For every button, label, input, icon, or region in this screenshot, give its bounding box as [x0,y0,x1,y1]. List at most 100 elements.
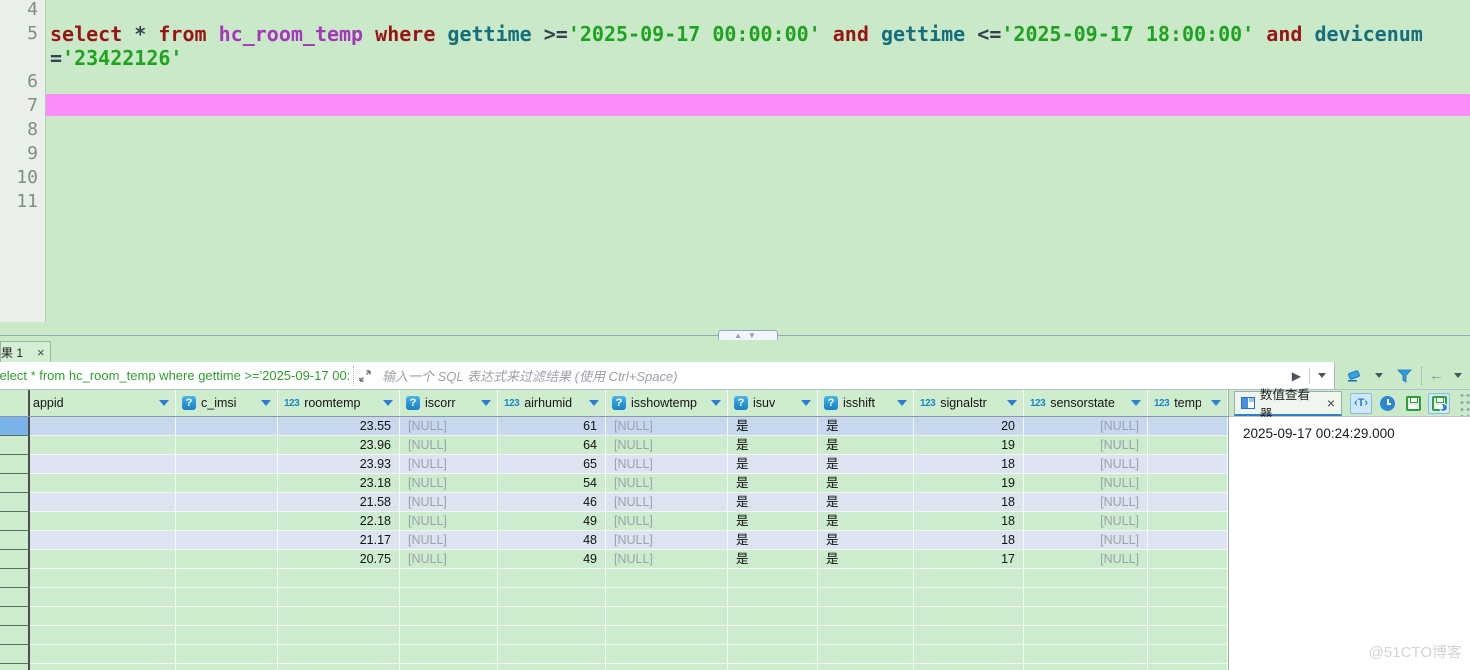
column-header-c_imsi[interactable]: ? c_imsi [176,390,278,416]
column-filter-dropdown-icon[interactable] [1211,400,1221,406]
table-row[interactable]: 23.96 [NULL] 64 [NULL] 是是 19 [NULL] [0,436,1228,455]
grid-cell[interactable]: [NULL] [1024,455,1148,474]
grid-cell[interactable] [1148,626,1228,645]
grid-cell[interactable]: [NULL] [606,512,728,531]
column-header-sensorstate[interactable]: 123 sensorstate [1024,390,1148,416]
tab-value-viewer[interactable]: 数值查看器 × [1234,388,1342,421]
grid-cell[interactable] [914,607,1024,626]
grid-cell[interactable] [728,588,818,607]
filter-history-dropdown-icon[interactable] [1318,373,1326,378]
grid-cell[interactable]: [NULL] [606,493,728,512]
grid-cell[interactable] [30,417,176,436]
grid-cell[interactable]: [NULL] [606,531,728,550]
grid-cell[interactable] [818,664,914,670]
grid-cell[interactable]: 23.96 [278,436,400,455]
grid-cell[interactable] [30,436,176,455]
grid-cell[interactable] [1024,607,1148,626]
grid-cell[interactable] [278,626,400,645]
grid-cell[interactable]: 是 [728,455,818,474]
grid-cell[interactable]: [NULL] [606,417,728,436]
grid-cell[interactable] [176,588,278,607]
row-header[interactable] [0,626,30,645]
column-filter-dropdown-icon[interactable] [897,400,907,406]
table-row-empty[interactable] [0,607,1228,626]
grid-cell[interactable] [176,550,278,569]
grid-cell[interactable] [498,607,606,626]
grid-cell[interactable] [278,588,400,607]
grid-cell[interactable] [818,626,914,645]
grid-cell[interactable]: 17 [914,550,1024,569]
grid-cell[interactable]: [NULL] [606,550,728,569]
grid-cell[interactable]: [NULL] [400,474,498,493]
table-row[interactable]: 21.17 [NULL] 48 [NULL] 是是 18 [NULL] [0,531,1228,550]
table-row-empty[interactable] [0,664,1228,670]
grid-cell[interactable]: 23.93 [278,455,400,474]
grid-cell[interactable]: 是 [728,512,818,531]
grid-cell[interactable]: 21.17 [278,531,400,550]
grid-cell[interactable] [498,569,606,588]
table-row[interactable]: 23.93 [NULL] 65 [NULL] 是是 18 [NULL] [0,455,1228,474]
grid-cell[interactable] [1148,493,1228,512]
column-header-isshowtemp[interactable]: ? isshowtemp [606,390,728,416]
grid-cell[interactable] [1148,512,1228,531]
row-header-corner[interactable] [0,390,30,416]
grid-cell[interactable]: [NULL] [1024,436,1148,455]
save-with-timestamp-icon[interactable] [1428,392,1450,414]
row-header[interactable] [0,493,30,512]
grid-cell[interactable] [498,664,606,670]
back-dropdown-icon[interactable] [1454,373,1462,378]
column-filter-dropdown-icon[interactable] [1007,400,1017,406]
grid-cell[interactable] [176,569,278,588]
grid-cell[interactable]: 是 [818,455,914,474]
grid-cell[interactable]: 23.18 [278,474,400,493]
row-header[interactable] [0,588,30,607]
grid-cell[interactable] [30,531,176,550]
column-filter-dropdown-icon[interactable] [711,400,721,406]
grid-cell[interactable] [914,569,1024,588]
column-header-tempcorrv[interactable]: 123 tempcorrv [1148,390,1228,416]
value-viewer-content[interactable]: 2025-09-17 00:24:29.000 @51CTO博客 [1229,417,1470,670]
grid-cell[interactable]: 18 [914,512,1024,531]
grid-cell[interactable]: [NULL] [1024,512,1148,531]
grid-cell[interactable] [914,626,1024,645]
column-filter-dropdown-icon[interactable] [383,400,393,406]
grid-cell[interactable]: 54 [498,474,606,493]
grid-cell[interactable]: 是 [818,550,914,569]
grid-cell[interactable]: 61 [498,417,606,436]
grid-cell[interactable] [606,588,728,607]
grid-cell[interactable] [30,645,176,664]
row-header[interactable] [0,664,30,670]
erase-dropdown-icon[interactable] [1375,373,1383,378]
grid-cell[interactable]: 是 [728,550,818,569]
grid-cell[interactable]: 19 [914,474,1024,493]
grid-cell[interactable] [400,645,498,664]
table-row-empty[interactable] [0,569,1228,588]
grid-cell[interactable] [606,645,728,664]
grid-cell[interactable] [1148,474,1228,493]
grid-cell[interactable]: 23.55 [278,417,400,436]
row-header[interactable] [0,531,30,550]
grid-cell[interactable]: [NULL] [1024,417,1148,436]
grid-cell[interactable] [400,626,498,645]
grid-cell[interactable] [914,588,1024,607]
grid-cell[interactable] [176,493,278,512]
editor-code[interactable]: select * from hc_room_temp where gettime… [46,0,1470,322]
clock-icon[interactable] [1376,393,1398,414]
grid-cell[interactable]: 21.58 [278,493,400,512]
row-header[interactable] [0,512,30,531]
apply-filter-icon[interactable]: ▶ [1284,369,1309,383]
grid-cell[interactable] [606,664,728,670]
back-arrow-icon[interactable]: ← [1429,368,1444,383]
grid-cell[interactable] [30,474,176,493]
grid-cell[interactable]: 是 [728,474,818,493]
column-header-iscorr[interactable]: ? iscorr [400,390,498,416]
row-header[interactable] [0,569,30,588]
column-header-roomtemp[interactable]: 123 roomtemp [278,390,400,416]
grid-cell[interactable] [498,645,606,664]
grid-cell[interactable]: [NULL] [1024,493,1148,512]
grid-cell[interactable]: 是 [818,436,914,455]
grid-cell[interactable] [1148,531,1228,550]
grid-cell[interactable] [1148,588,1228,607]
grid-cell[interactable]: [NULL] [1024,531,1148,550]
grid-cell[interactable] [400,569,498,588]
